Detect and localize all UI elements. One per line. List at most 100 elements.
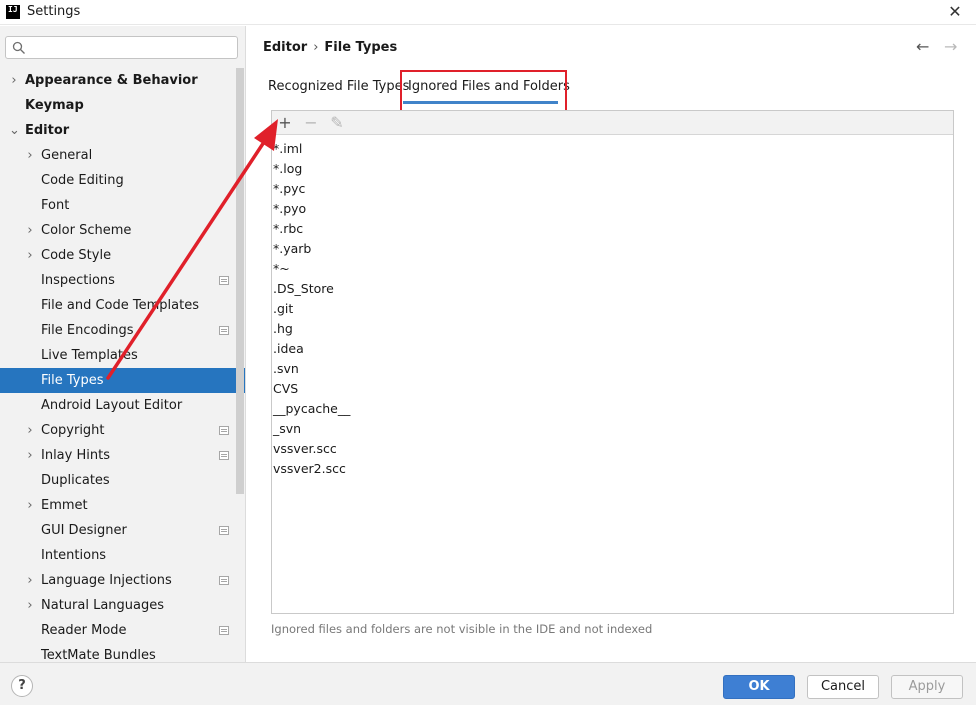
project-scope-icon [219, 276, 229, 285]
list-item[interactable]: __pycache__ [272, 399, 953, 419]
sidebar-item-label: Keymap [25, 98, 84, 113]
settings-sidebar: › Appearance & Behavior Keymap ⌄ Editor › Gene… [0, 26, 246, 662]
chevron-right-icon[interactable]: › [25, 443, 35, 468]
back-arrow-icon[interactable]: ← [916, 37, 929, 56]
sidebar-item-reader-mode[interactable]: Reader Mode [0, 618, 245, 643]
remove-icon[interactable]: − [301, 113, 321, 133]
sidebar-item-textmate-bundles[interactable]: TextMate Bundles [0, 643, 245, 662]
ok-button[interactable]: OK [723, 675, 795, 699]
settings-content: Editor › File Types ← → Recognized File Ty… [247, 26, 976, 662]
search-icon [12, 41, 25, 54]
list-item[interactable]: *.pyo [272, 199, 953, 219]
sidebar-item-label: Code Editing [41, 173, 124, 188]
sidebar-item-font[interactable]: Font [0, 193, 245, 218]
sidebar-item-inlay-hints[interactable]: › Inlay Hints [0, 443, 245, 468]
sidebar-item-label: File Encodings [41, 323, 134, 338]
list-item[interactable]: *.rbc [272, 219, 953, 239]
sidebar-item-file-and-code-templates[interactable]: File and Code Templates [0, 293, 245, 318]
sidebar-item-emmet[interactable]: › Emmet [0, 493, 245, 518]
apply-button[interactable]: Apply [891, 675, 963, 699]
sidebar-item-file-types[interactable]: File Types [0, 368, 245, 393]
sidebar-item-label: TextMate Bundles [41, 648, 156, 662]
annotation-highlight-box [400, 70, 567, 112]
list-item[interactable]: .hg [272, 319, 953, 339]
close-icon[interactable]: ✕ [944, 2, 966, 22]
sidebar-item-intentions[interactable]: Intentions [0, 543, 245, 568]
sidebar-item-label: Live Templates [41, 348, 138, 363]
breadcrumb: Editor › File Types [263, 40, 397, 55]
list-toolbar: + − ✎ [272, 111, 953, 135]
list-item[interactable]: vssver.scc [272, 439, 953, 459]
forward-arrow-icon[interactable]: → [944, 37, 957, 56]
chevron-right-icon[interactable]: › [25, 493, 35, 518]
sidebar-item-label: Editor [25, 123, 70, 138]
chevron-right-icon[interactable]: › [9, 68, 19, 93]
ignored-files-panel: + − ✎ *.iml *.log *.pyc *.pyo *.rbc *.yarb *~.… [271, 110, 954, 614]
sidebar-item-label: GUI Designer [41, 523, 127, 538]
project-scope-icon [219, 326, 229, 335]
chevron-down-icon[interactable]: ⌄ [9, 118, 20, 143]
list-item[interactable]: *.iml [272, 139, 953, 159]
sidebar-item-label: Font [41, 198, 70, 213]
project-scope-icon [219, 576, 229, 585]
sidebar-scrollbar[interactable] [236, 68, 244, 494]
search-field[interactable] [5, 36, 238, 59]
project-scope-icon [219, 451, 229, 460]
sidebar-item-code-editing[interactable]: Code Editing [0, 168, 245, 193]
sidebar-item-keymap[interactable]: Keymap [0, 93, 245, 118]
sidebar-item-editor[interactable]: ⌄ Editor [0, 118, 245, 143]
list-item[interactable]: .idea [272, 339, 953, 359]
list-item[interactable]: _svn [272, 419, 953, 439]
sidebar-item-label: Copyright [41, 423, 105, 438]
sidebar-item-inspections[interactable]: Inspections [0, 268, 245, 293]
breadcrumb-current: File Types [324, 40, 398, 55]
sidebar-item-general[interactable]: › General [0, 143, 245, 168]
sidebar-item-duplicates[interactable]: Duplicates [0, 468, 245, 493]
app-logo-icon: IJ [6, 5, 20, 19]
search-input[interactable] [30, 39, 230, 56]
sidebar-item-label: General [41, 148, 93, 163]
list-item[interactable]: *.yarb [272, 239, 953, 259]
chevron-right-icon[interactable]: › [25, 218, 35, 243]
chevron-right-icon[interactable]: › [25, 568, 35, 593]
window-title: Settings [27, 4, 81, 19]
sidebar-item-label: Natural Languages [41, 598, 165, 613]
sidebar-item-label: Android Layout Editor [41, 398, 183, 413]
chevron-right-icon[interactable]: › [25, 243, 35, 268]
sidebar-item-code-style[interactable]: › Code Style [0, 243, 245, 268]
list-item[interactable]: vssver2.scc [272, 459, 953, 479]
add-icon[interactable]: + [275, 113, 295, 133]
list-item[interactable]: *~ [272, 259, 953, 279]
list-item[interactable]: *.pyc [272, 179, 953, 199]
list-item[interactable]: .git [272, 299, 953, 319]
sidebar-item-live-templates[interactable]: Live Templates [0, 343, 245, 368]
edit-icon[interactable]: ✎ [327, 113, 347, 133]
project-scope-icon [219, 626, 229, 635]
sidebar-item-label: Color Scheme [41, 223, 132, 238]
sidebar-item-color-scheme[interactable]: › Color Scheme [0, 218, 245, 243]
panel-hint-text: Ignored files and folders are not visibl… [271, 622, 653, 636]
sidebar-item-file-encodings[interactable]: File Encodings [0, 318, 245, 343]
sidebar-item-gui-designer[interactable]: GUI Designer [0, 518, 245, 543]
sidebar-item-android-layout-editor[interactable]: Android Layout Editor [0, 393, 245, 418]
cancel-button[interactable]: Cancel [807, 675, 879, 699]
sidebar-item-label: Intentions [41, 548, 107, 563]
list-item[interactable]: *.log [272, 159, 953, 179]
sidebar-item-label: Emmet [41, 498, 88, 513]
tab-recognized-file-types[interactable]: Recognized File Types [268, 79, 409, 104]
breadcrumb-parent[interactable]: Editor [263, 40, 307, 55]
sidebar-item-label: Duplicates [41, 473, 110, 488]
list-item[interactable]: .svn [272, 359, 953, 379]
sidebar-item-copyright[interactable]: › Copyright [0, 418, 245, 443]
help-button[interactable]: ? [11, 675, 33, 697]
list-item[interactable]: .DS_Store [272, 279, 953, 299]
list-item[interactable]: CVS [272, 379, 953, 399]
chevron-right-icon[interactable]: › [25, 418, 35, 443]
sidebar-item-language-injections[interactable]: › Language Injections [0, 568, 245, 593]
chevron-right-icon[interactable]: › [25, 593, 35, 618]
breadcrumb-separator: › [313, 40, 319, 55]
dialog-footer: ? OK Cancel Apply [0, 662, 976, 705]
chevron-right-icon[interactable]: › [25, 143, 35, 168]
sidebar-item-appearance-behavior[interactable]: › Appearance & Behavior [0, 68, 245, 93]
sidebar-item-natural-languages[interactable]: › Natural Languages [0, 593, 245, 618]
